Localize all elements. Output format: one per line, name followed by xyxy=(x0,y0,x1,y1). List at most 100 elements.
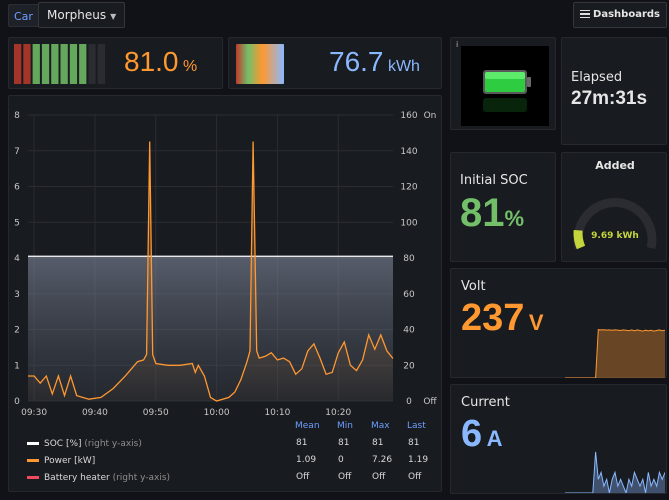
current-unit: A xyxy=(486,426,503,451)
battery-cell xyxy=(88,44,96,84)
y-left-tick-label: 3 xyxy=(14,290,20,300)
current-sparkline xyxy=(565,451,665,493)
x-tick-label: 09:50 xyxy=(143,408,169,418)
energy-value: 76.7 kWh xyxy=(329,46,420,78)
y-right-tick-label: 100 xyxy=(400,218,417,228)
legend-heater-max: Off xyxy=(372,472,386,482)
y-left-tick-label: 6 xyxy=(14,183,20,193)
x-tick-label: 09:30 xyxy=(21,408,47,418)
current-number: 6 xyxy=(461,413,483,455)
battery-cell xyxy=(32,44,40,84)
added-title: Added xyxy=(595,159,635,172)
volt-panel: Volt 237 V xyxy=(450,268,667,378)
info-icon[interactable]: i xyxy=(456,40,458,49)
y-right-tick-label: 60 xyxy=(403,290,415,300)
battery-cell xyxy=(41,44,50,84)
y-right-tick-label: 40 xyxy=(403,326,415,336)
current-value: 6 A xyxy=(461,413,502,456)
battery-cell xyxy=(69,44,78,84)
legend-header-last[interactable]: Last xyxy=(407,421,437,431)
battery-level-panel: 81.0 % xyxy=(8,37,223,89)
added-gauge xyxy=(573,198,657,250)
legend-label-battery-heater: Battery heater xyxy=(44,473,110,483)
battery-cell xyxy=(51,44,59,84)
battery-level-number: 81.0 xyxy=(124,46,179,77)
added-value: 9.69 kWh xyxy=(591,231,639,241)
y-left-tick-label: 1 xyxy=(14,361,20,371)
legend-header-mean[interactable]: Mean xyxy=(295,421,325,431)
car-variable-select[interactable]: Morpheus ▼ xyxy=(38,2,126,28)
legend-soc-max: 81 xyxy=(372,438,384,448)
legend-soc-last: 81 xyxy=(408,438,420,448)
legend-swatch-power xyxy=(27,459,39,462)
volt-number: 237 xyxy=(461,297,525,339)
top-bar: Car Morpheus ▼ Dashboards xyxy=(0,0,669,32)
current-panel: Current 6 A xyxy=(450,384,667,494)
y-right-tick-label: 80 xyxy=(403,254,415,264)
menu-icon xyxy=(580,10,591,18)
legend-axis-soc: (right y-axis) xyxy=(84,439,142,449)
sparkline-area xyxy=(565,329,665,378)
y-left-tick-label: 5 xyxy=(14,218,20,228)
y-left-tick-label: 8 xyxy=(14,111,20,121)
battery-level-value: 81.0 % xyxy=(124,46,197,78)
y-left-tick-label: 2 xyxy=(14,326,20,336)
y-right-tick-label: 120 xyxy=(400,183,417,193)
y-right-tick-label: 0 xyxy=(406,397,412,407)
legend-header-min[interactable]: Min xyxy=(337,421,367,431)
energy-number: 76.7 xyxy=(329,46,384,77)
initial-soc-title: Initial SOC xyxy=(460,173,528,188)
battery-level-unit: % xyxy=(182,58,198,75)
legend-item-battery-heater[interactable]: Battery heater (right y-axis) xyxy=(27,471,170,485)
y-left-tick-label: 4 xyxy=(14,254,20,264)
car-tag[interactable]: Car xyxy=(8,4,39,27)
y-right-tick-label: 20 xyxy=(403,361,415,371)
initial-soc-panel: Initial SOC 81% xyxy=(450,152,556,262)
legend-label-soc: SOC [%] xyxy=(44,439,82,449)
legend-power-mean: 1.09 xyxy=(296,455,317,465)
legend-item-power[interactable]: Power [kW] xyxy=(27,454,95,468)
x-tick-label: 10:20 xyxy=(325,408,351,418)
elapsed-title: Elapsed xyxy=(571,70,623,85)
elapsed-value: 27m:31s xyxy=(571,88,648,109)
battery-cell xyxy=(79,44,87,84)
car-variable-value: Morpheus xyxy=(47,8,107,22)
legend-label-power: Power [kW] xyxy=(44,456,96,466)
added-panel: Added 9.69 kWh xyxy=(561,152,667,262)
heater-off-label: Off xyxy=(423,397,437,407)
dashboards-button[interactable]: Dashboards xyxy=(573,2,667,28)
y-right-tick-label: 140 xyxy=(400,147,417,157)
legend-heater-last: Off xyxy=(408,472,422,482)
y-left-tick-label: 7 xyxy=(14,147,20,157)
initial-soc-unit: % xyxy=(504,206,525,231)
battery-cell xyxy=(14,44,22,84)
x-tick-label: 09:40 xyxy=(82,408,108,418)
legend-axis-battery-heater: (right y-axis) xyxy=(112,473,171,483)
legend-heater-mean: Off xyxy=(296,472,310,482)
energy-unit: kWh xyxy=(387,58,420,75)
volt-sparkline xyxy=(565,329,665,378)
battery-image xyxy=(461,46,549,126)
dashboards-label: Dashboards xyxy=(593,9,660,20)
legend-item-soc[interactable]: SOC [%] (right y-axis) xyxy=(27,437,142,451)
charging-chart: 012345678020406080100120140160 OnOff09:30… xyxy=(14,111,437,418)
volt-value: 237 V xyxy=(461,297,544,340)
legend-heater-min: Off xyxy=(338,472,352,482)
battery-cell xyxy=(97,44,105,84)
legend-power-min: 0 xyxy=(338,455,344,465)
current-title: Current xyxy=(461,395,510,410)
legend-swatch-soc xyxy=(27,442,39,445)
legend-soc-mean: 81 xyxy=(296,438,308,448)
battery-cell xyxy=(23,44,31,84)
volt-unit: V xyxy=(528,310,544,335)
volt-title: Volt xyxy=(461,279,486,294)
legend-power-max: 7.26 xyxy=(372,455,393,465)
charging-chart-panel: 0 1 2 3 4 5 6 7 8 0 20 40 60 80 100 120 140 160 On Off 09:30… xyxy=(8,95,442,492)
x-tick-label: 10:00 xyxy=(204,408,230,418)
battery-cells xyxy=(14,44,105,84)
battery-level-bar-gauge xyxy=(14,44,105,84)
legend-swatch-battery-heater xyxy=(27,476,39,479)
battery-cell xyxy=(60,44,68,84)
legend-header-max[interactable]: Max xyxy=(371,421,401,431)
y-right-tick-label: 160 xyxy=(400,111,417,121)
